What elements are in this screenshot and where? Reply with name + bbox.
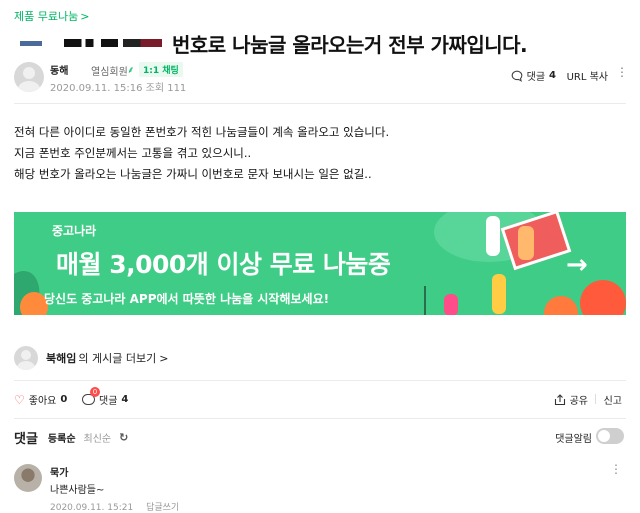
author-level: 열심회원 bbox=[91, 67, 128, 78]
comment-link-label: 댓글 bbox=[526, 72, 546, 83]
comment-text: 나쁜사람들~ bbox=[50, 485, 105, 496]
post-body-line: 전혀 다른 아이디로 동일한 폰번호가 적힌 나눔글들이 계속 올라오고 있습니… bbox=[14, 125, 390, 139]
redacted-phone-number bbox=[64, 39, 162, 47]
comment-link-count: 4 bbox=[549, 70, 556, 81]
pole-illustration bbox=[424, 286, 426, 315]
report-button[interactable]: 신고 bbox=[604, 392, 622, 407]
author-row: 동해 열심회원 ⸙ 1:1 채팅 2020.09.11. 15:16 조회 11… bbox=[14, 62, 628, 94]
comment-icon: 0 bbox=[82, 387, 100, 405]
avatar[interactable] bbox=[14, 464, 42, 492]
divider bbox=[14, 380, 626, 381]
refresh-icon[interactable]: ↻ bbox=[119, 431, 128, 444]
post-body: 전혀 다른 아이디로 동일한 폰번호가 적힌 나눔글들이 계속 올라오고 있습니… bbox=[14, 122, 614, 185]
comment-item: 묵가 나쁜사람들~ 2020.09.11. 15:21 답글쓰기 ⋮ bbox=[14, 462, 626, 513]
flower-decoration bbox=[544, 296, 578, 315]
like-count: 0 bbox=[60, 394, 68, 405]
title-row: 번호로 나눔글 올라오는거 전부 가짜입니다. bbox=[14, 28, 626, 58]
post-body-line: 지금 폰번호 주인분께서는 고통을 겪고 있으시니.. bbox=[14, 146, 252, 160]
like-button[interactable]: ♡ 좋아요 0 bbox=[14, 392, 68, 408]
more-vertical-icon[interactable]: ⋮ bbox=[616, 65, 628, 79]
person-illustration bbox=[486, 216, 500, 256]
avatar bbox=[14, 346, 38, 370]
share-icon bbox=[554, 393, 565, 405]
author-nickname[interactable]: 동해 bbox=[50, 62, 68, 77]
sort-latest-tab[interactable]: 최신순 bbox=[84, 430, 112, 445]
person-illustration bbox=[518, 226, 534, 260]
url-copy-button[interactable]: URL 복사 bbox=[567, 68, 608, 83]
author-posts-name: 북해임 bbox=[46, 352, 77, 365]
heart-icon: ♡ bbox=[14, 392, 25, 407]
person-illustration bbox=[444, 294, 458, 315]
chevron-right-icon: > bbox=[80, 9, 90, 23]
person-illustration bbox=[492, 274, 506, 314]
comments-header: 댓글 등록순 최신순 ↻ 댓글알림 bbox=[14, 428, 626, 447]
share-label: 공유 bbox=[569, 396, 588, 407]
author-posts-label: 의 게시글 더보기 bbox=[78, 352, 157, 365]
post-body-line: 해당 번호가 올라오는 나눔글은 가짜니 이번호로 문자 보내시는 일은 없길.… bbox=[14, 167, 372, 181]
comments-title: 댓글 bbox=[14, 431, 38, 447]
flower-decoration bbox=[580, 280, 626, 315]
comment-link[interactable]: 댓글 4 bbox=[511, 68, 556, 83]
comment-icon bbox=[511, 70, 522, 82]
divider bbox=[14, 418, 626, 419]
breadcrumb[interactable]: 제품 무료나눔 > bbox=[14, 8, 89, 24]
banner-brand: 중고나라 bbox=[52, 224, 97, 238]
app-banner[interactable]: 중고나라 매월 3,000개 이상 무료 나눔중 당신도 중고나라 APP에서 … bbox=[14, 212, 626, 315]
chat-button[interactable]: 1:1 채팅 bbox=[139, 62, 183, 77]
post-views: 조회 111 bbox=[145, 83, 187, 94]
more-vertical-icon[interactable]: ⋮ bbox=[610, 462, 622, 476]
comment-meta: 2020.09.11. 15:21 답글쓰기 bbox=[50, 500, 179, 513]
chevron-right-icon: > bbox=[159, 351, 169, 365]
comment-alarm-label: 댓글알림 bbox=[555, 434, 592, 445]
share-button[interactable]: 공유 bbox=[554, 392, 588, 407]
reply-button[interactable]: 답글쓰기 bbox=[146, 503, 179, 513]
post-date: 2020.09.11. 15:16 bbox=[50, 83, 143, 94]
avatar[interactable] bbox=[14, 62, 44, 92]
like-label: 좋아요 bbox=[28, 396, 57, 407]
comment-date: 2020.09.11. 15:21 bbox=[50, 503, 134, 513]
comment-count: 4 bbox=[121, 394, 129, 405]
author-posts-link[interactable]: 북해임 의 게시글 더보기 > bbox=[14, 346, 168, 370]
post-actions: ♡ 좋아요 0 0 댓글 4 공유 신고 bbox=[14, 387, 626, 408]
banner-subtitle: 당신도 중고나라 APP에서 따뜻한 나눔을 시작해보세요! bbox=[44, 292, 330, 306]
post-meta: 2020.09.11. 15:16 조회 111 bbox=[50, 79, 186, 94]
divider bbox=[595, 394, 596, 404]
breadcrumb-label[interactable]: 제품 무료나눔 bbox=[14, 8, 78, 24]
arrow-right-icon[interactable]: → bbox=[566, 250, 588, 280]
sort-registered-tab[interactable]: 등록순 bbox=[48, 430, 76, 445]
leaf-icon: ⸙ bbox=[127, 65, 135, 76]
post-title: 번호로 나눔글 올라오는거 전부 가짜입니다. bbox=[172, 32, 528, 57]
comment-button[interactable]: 0 댓글 4 bbox=[82, 387, 129, 407]
comment-alarm-toggle[interactable] bbox=[596, 428, 624, 444]
comment-badge: 0 bbox=[90, 387, 100, 397]
divider bbox=[14, 103, 626, 104]
comment-author[interactable]: 묵가 bbox=[50, 464, 68, 479]
comment-label: 댓글 bbox=[99, 396, 118, 407]
banner-headline: 매월 3,000개 이상 무료 나눔중 bbox=[56, 250, 391, 279]
redacted-block bbox=[20, 40, 42, 46]
